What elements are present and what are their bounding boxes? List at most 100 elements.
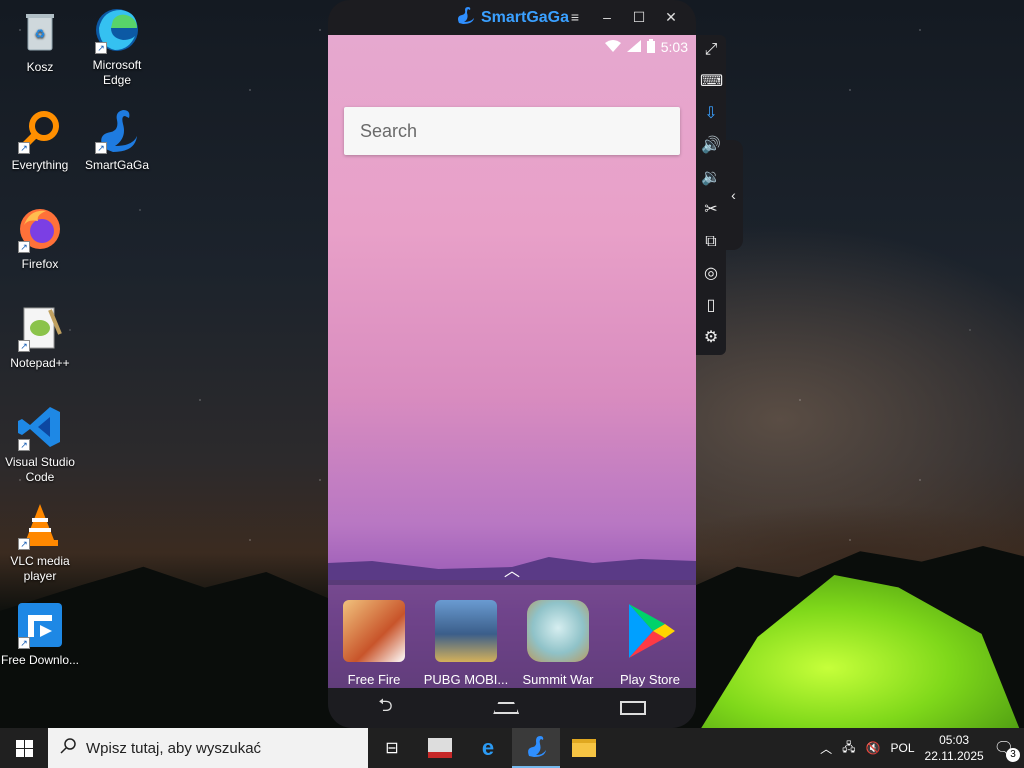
folder-icon	[572, 739, 596, 757]
wifi-icon	[604, 39, 621, 55]
desktop-icon-label: Microsoft Edge	[92, 58, 142, 87]
multi-instance-icon[interactable]: ⧉	[700, 231, 722, 252]
home-search-input[interactable]	[360, 120, 664, 142]
smartgaga-swan-icon: ↗	[93, 106, 141, 154]
smartgaga-swan-icon	[525, 735, 547, 762]
clock[interactable]: 05:03 22.11.2025	[925, 732, 984, 764]
clock-date: 22.11.2025	[924, 749, 984, 763]
status-time: 5:03	[660, 39, 688, 55]
home-icon[interactable]	[493, 702, 520, 714]
smartgaga-logo-icon	[455, 6, 475, 29]
clock-time: 05:03	[939, 733, 970, 747]
toolbar-collapse-chevron-icon[interactable]: ‹	[724, 140, 743, 250]
recents-icon[interactable]	[619, 701, 646, 715]
pubg-mobile-icon	[435, 600, 497, 662]
taskbar-file-explorer[interactable]	[560, 728, 608, 768]
app-pubg-mobile[interactable]: PUBG MOBI...	[423, 600, 509, 688]
windows-taskbar: Wpisz tutaj, aby wyszukać ⊟ e ︿ 🖧 🔇 POL …	[0, 728, 1024, 768]
apk-install-icon[interactable]: ⇩	[700, 103, 722, 124]
notification-count-badge: 3	[1006, 748, 1020, 762]
signal-icon	[626, 39, 641, 55]
desktop-icon-label: Notepad++	[10, 356, 70, 370]
desktop-icon-label: VLC media player	[10, 554, 70, 583]
desktop-icon-notepadpp[interactable]: ↗ Notepad++	[0, 304, 80, 371]
desktop-icon-vscode[interactable]: ↗ Visual Studio Code	[0, 403, 80, 485]
task-view-icon: ⊟	[385, 740, 399, 757]
firefox-icon: ↗	[16, 205, 64, 253]
desktop-icon-label: Firefox	[21, 257, 59, 271]
desktop-icon-edge[interactable]: ↗ Microsoft Edge	[77, 6, 157, 88]
start-button[interactable]	[0, 728, 48, 768]
close-icon[interactable]: ✕	[664, 9, 678, 25]
free-download-manager-icon: ↗	[16, 601, 64, 649]
app-label: PUBG MOBI...	[423, 672, 509, 687]
home-search-bar[interactable]	[344, 107, 680, 155]
desktop-icon-recycle-bin[interactable]: ♻ Kosz	[0, 8, 80, 75]
tray-chevron-up-icon[interactable]: ︿	[820, 740, 832, 757]
location-icon[interactable]: ◎	[700, 263, 722, 284]
settings-icon[interactable]: ⚙	[700, 327, 722, 348]
app-summit-war[interactable]: Summit War	[515, 600, 601, 688]
desktop-icon-label: Everything	[11, 158, 69, 172]
android-nav-bar: ⮌	[328, 688, 696, 728]
app-label: Free Fire	[347, 672, 401, 687]
minimize-icon[interactable]: –	[600, 9, 614, 25]
svg-text:♻: ♻	[35, 27, 46, 41]
desktop-icon-label: Kosz	[26, 60, 54, 74]
play-store-icon	[619, 600, 681, 662]
battery-icon	[646, 38, 655, 56]
maximize-icon[interactable]: ☐	[632, 9, 646, 25]
taskbar-app-red[interactable]	[416, 728, 464, 768]
smartgaga-window[interactable]: SmartGaGa ≡ – ☐ ✕ 5:03 ︿	[328, 0, 696, 728]
app-dock: Free Fire PUBG MOBI... Summit War Play S…	[328, 580, 696, 688]
screenshot-scissors-icon[interactable]: ✂	[700, 199, 722, 220]
volume-muted-icon[interactable]: 🔇	[866, 741, 881, 755]
android-screen[interactable]: 5:03 ︿ Free Fire PUBG MOBI... Summit War	[328, 35, 696, 688]
menu-icon[interactable]: ≡	[568, 9, 582, 25]
shake-icon[interactable]: ▯	[700, 295, 722, 316]
desktop-icon-label: Visual Studio Code	[5, 455, 75, 484]
app-window-icon	[428, 738, 452, 758]
task-view-button[interactable]: ⊟	[368, 728, 416, 768]
edge-icon: ↗	[93, 6, 141, 54]
everything-search-icon: ↗	[16, 106, 64, 154]
fullscreen-icon[interactable]: ⤢	[700, 39, 722, 60]
app-play-store[interactable]: Play Store	[607, 600, 693, 688]
taskbar-search-placeholder: Wpisz tutaj, aby wyszukać	[86, 739, 262, 757]
desktop-icon-smartgaga[interactable]: ↗ SmartGaGa	[77, 106, 157, 173]
notepadpp-icon: ↗	[16, 304, 64, 352]
emulator-side-toolbar: ⤢ ⌨ ⇩ 🔊 🔉 ✂ ⧉ ◎ ▯ ⚙	[696, 35, 726, 355]
desktop-icon-label: SmartGaGa	[84, 158, 150, 172]
taskbar-search[interactable]: Wpisz tutaj, aby wyszukać	[48, 728, 368, 768]
app-label: Summit War	[522, 672, 594, 687]
app-label: Play Store	[620, 672, 680, 687]
desktop-icon-label: Free Downlo...	[0, 653, 80, 667]
emulator-brand-name: SmartGaGa	[480, 8, 570, 26]
network-icon[interactable]: 🖧	[842, 738, 855, 759]
recycle-bin-icon: ♻	[16, 8, 64, 56]
emulator-titlebar[interactable]: SmartGaGa ≡ – ☐ ✕	[328, 0, 696, 35]
notifications-icon[interactable]: 🗨 3	[994, 738, 1020, 762]
system-tray: ︿ 🖧 🔇 POL 05:03 22.11.2025 🗨 3	[820, 732, 1024, 764]
vscode-icon: ↗	[16, 403, 64, 451]
vlc-icon: ↗	[16, 502, 64, 550]
android-status-bar: 5:03	[328, 35, 696, 59]
taskbar-smartgaga[interactable]	[512, 728, 560, 768]
volume-down-icon[interactable]: 🔉	[700, 167, 722, 188]
desktop-icon-vlc[interactable]: ↗ VLC media player	[0, 502, 80, 584]
taskbar-internet-explorer[interactable]: e	[464, 728, 512, 768]
volume-up-icon[interactable]: 🔊	[700, 135, 722, 156]
language-indicator[interactable]: POL	[891, 741, 915, 755]
free-fire-icon	[343, 600, 405, 662]
app-drawer-chevron-up-icon[interactable]: ︿	[504, 557, 520, 581]
back-icon[interactable]: ⮌	[378, 693, 392, 723]
app-free-fire[interactable]: Free Fire	[331, 600, 417, 688]
windows-logo-icon	[15, 739, 33, 757]
desktop-icon-free-download-manager[interactable]: ↗ Free Downlo...	[0, 601, 80, 668]
internet-explorer-icon: e	[481, 735, 495, 760]
summit-war-icon	[527, 600, 589, 662]
search-icon	[60, 738, 76, 758]
desktop-icon-firefox[interactable]: ↗ Firefox	[0, 205, 80, 272]
desktop-icon-everything[interactable]: ↗ Everything	[0, 106, 80, 173]
keyboard-icon[interactable]: ⌨	[700, 71, 723, 92]
